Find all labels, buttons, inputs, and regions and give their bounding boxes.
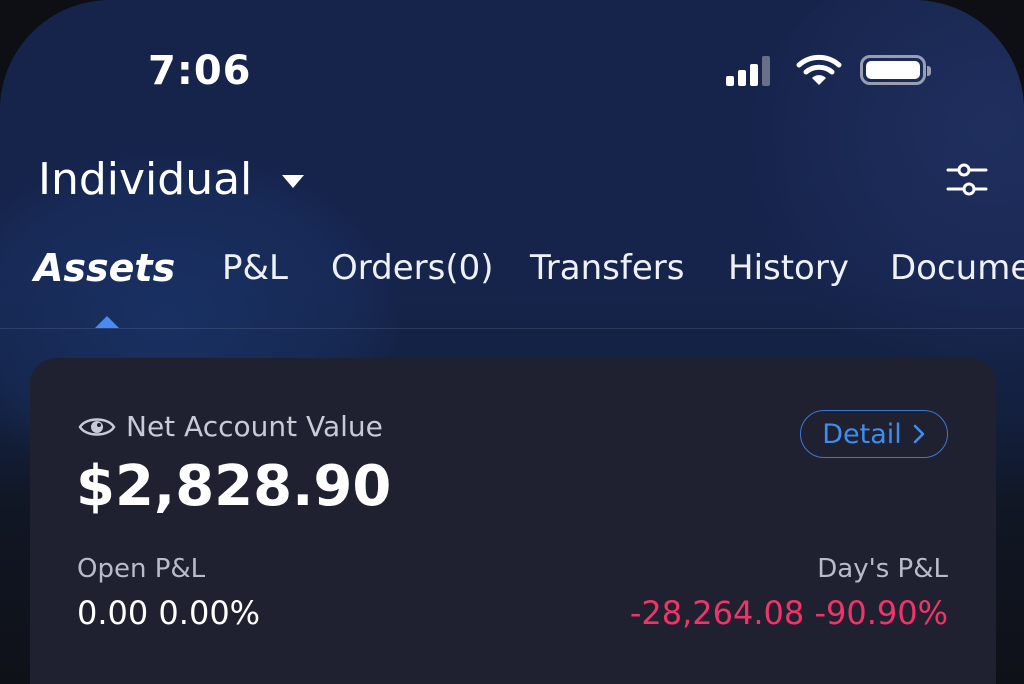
net-value-amount: $2,828.90 bbox=[76, 454, 392, 519]
status-icons bbox=[726, 50, 931, 90]
tab-assets[interactable]: Assets bbox=[34, 246, 175, 290]
tab-documents[interactable]: Docume bbox=[890, 248, 1024, 288]
tab-pl[interactable]: P&L bbox=[222, 248, 288, 288]
tab-history[interactable]: History bbox=[728, 248, 849, 288]
eye-icon[interactable] bbox=[78, 413, 116, 441]
open-pl-label: Open P&L bbox=[77, 554, 206, 584]
tab-transfers[interactable]: Transfers bbox=[530, 248, 684, 288]
app-screen: 7:06 Individual Assets P&L Orders(0) Tra… bbox=[0, 0, 1024, 684]
net-value-header: Net Account Value bbox=[78, 410, 383, 443]
chevron-right-icon bbox=[913, 424, 925, 444]
day-pl-value: -28,264.08 -90.90% bbox=[629, 594, 948, 632]
divider bbox=[0, 328, 1024, 329]
open-pl-value: 0.00 0.00% bbox=[77, 594, 261, 632]
net-value-label: Net Account Value bbox=[126, 410, 383, 443]
account-selector[interactable]: Individual bbox=[38, 154, 305, 205]
wifi-icon bbox=[796, 54, 842, 85]
account-name: Individual bbox=[38, 154, 253, 205]
day-pl-label: Day's P&L bbox=[817, 554, 948, 584]
battery-icon bbox=[860, 55, 931, 85]
detail-button[interactable]: Detail bbox=[800, 410, 948, 458]
sliders-icon[interactable] bbox=[944, 160, 990, 200]
cellular-signal-icon bbox=[726, 54, 774, 86]
caret-down-icon bbox=[282, 175, 305, 188]
status-time: 7:06 bbox=[148, 48, 252, 94]
detail-label: Detail bbox=[822, 418, 902, 450]
tab-orders[interactable]: Orders(0) bbox=[331, 248, 494, 288]
active-tab-indicator bbox=[95, 316, 119, 328]
account-summary-card: Net Account Value $2,828.90 Detail Open … bbox=[30, 358, 996, 684]
